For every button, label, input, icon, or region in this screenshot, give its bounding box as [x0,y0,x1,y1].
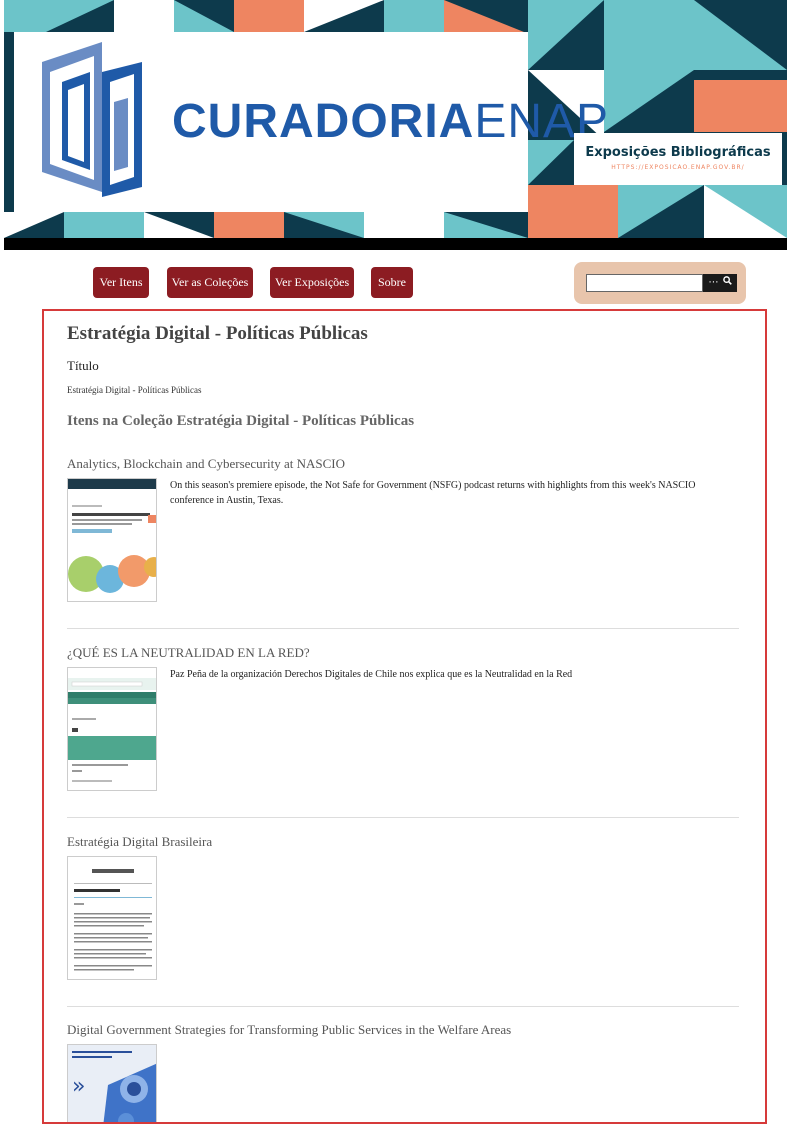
search-container: ⋯ [574,262,746,304]
item-divider [67,1006,739,1007]
nav-ver-exposicoes-button[interactable]: Ver Exposições [270,267,354,298]
curadoria-logo: CURADORIAENAP [14,32,608,212]
item-thumbnail[interactable] [67,856,157,980]
item-description: On this season's premiere episode, the N… [170,480,696,506]
logo-wordmark: CURADORIAENAP [172,94,609,149]
item-thumbnail[interactable]: » [67,1044,157,1122]
item-title-link[interactable]: ¿QUÉ ES LA NEUTRALIDAD EN LA RED? [67,645,310,661]
banner-bottom-bar [4,238,787,250]
list-item: Estratégia Digital Brasileira [67,834,739,1007]
thumbnail-image: » [68,1045,156,1122]
list-item: ¿QUÉ ES LA NEUTRALIDAD EN LA RED? Paz Pe… [67,645,739,818]
thumbnail-image [68,678,156,782]
list-item: Digital Government Strategies for Transf… [67,1022,739,1122]
field-value-titulo: Estratégia Digital - Políticas Públicas [67,385,202,395]
nav-ver-itens-button[interactable]: Ver Itens [93,267,149,298]
exposicoes-badge: Exposições Bibliográficas HTTPS://EXPOSI… [574,133,782,185]
svg-text:»: » [72,1074,85,1099]
search-icon[interactable] [722,276,732,285]
field-label-titulo: Título [67,358,99,373]
open-book-logo-icon [42,42,142,197]
item-divider [67,817,739,818]
collection-content: Estratégia Digital - Políticas Públicas … [42,309,767,1124]
thumbnail-image [68,479,156,593]
search-input[interactable] [586,274,703,292]
item-thumbnail[interactable] [67,478,157,602]
items-section-heading: Itens na Coleção Estratégia Digital - Po… [67,413,415,429]
ellipsis-icon[interactable]: ⋯ [709,274,719,292]
exposicoes-url: HTTPS://EXPOSICAO.ENAP.GOV.BR/ [611,164,745,171]
item-title-link[interactable]: Digital Government Strategies for Transf… [67,1022,511,1038]
item-title-link[interactable]: Analytics, Blockchain and Cybersecurity … [67,456,345,472]
search-submit-button[interactable]: ⋯ [703,274,737,292]
item-thumbnail[interactable] [67,667,157,791]
site-banner: CURADORIAENAP Exposições Bibliográficas … [4,0,787,250]
thumbnail-image [74,869,152,971]
nav-ver-colecoes-button[interactable]: Ver as Coleções [167,267,253,298]
main-navigation: Ver Itens Ver as Coleções Ver Exposições… [0,262,787,306]
item-title-link[interactable]: Estratégia Digital Brasileira [67,834,212,850]
nav-sobre-button[interactable]: Sobre [371,267,413,298]
exposicoes-title: Exposições Bibliográficas [585,145,771,160]
logo-wordmark-strong: CURADORIA [172,95,475,148]
item-divider [67,628,739,629]
page-title: Estratégia Digital - Políticas Públicas [67,323,368,344]
list-item: Analytics, Blockchain and Cybersecurity … [67,456,739,629]
item-description: Paz Peña de la organización Derechos Dig… [170,669,573,680]
